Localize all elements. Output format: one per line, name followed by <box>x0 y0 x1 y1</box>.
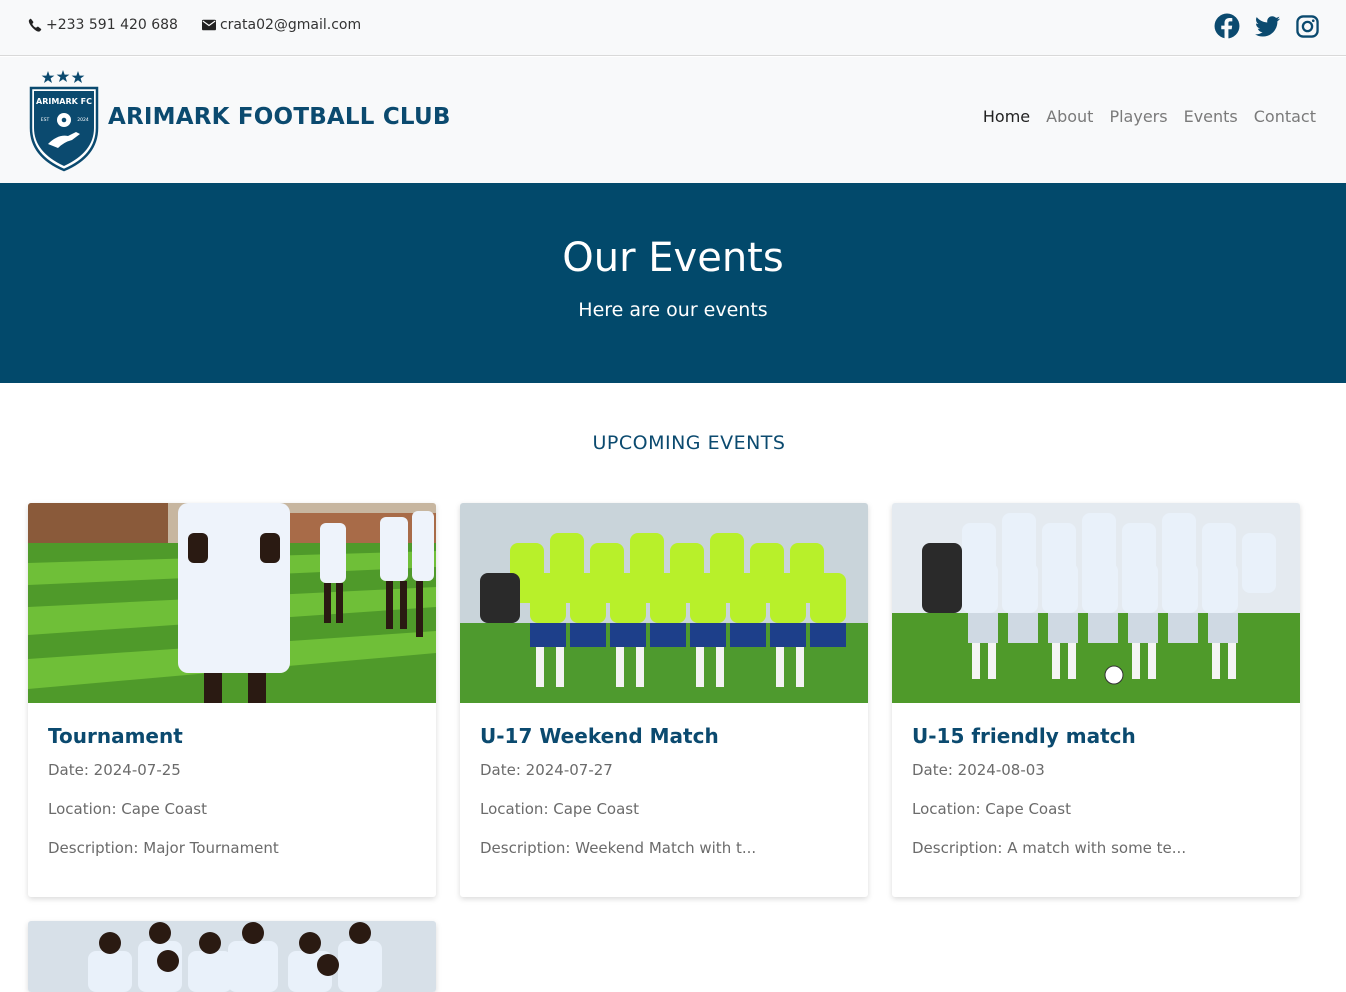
event-card[interactable]: U-17 Weekend Match Date: 2024-07-27 Loca… <box>460 503 868 897</box>
event-date: Date: 2024-07-25 <box>48 761 181 779</box>
event-description: Description: Major Tournament <box>48 839 279 857</box>
facebook-icon[interactable] <box>1214 13 1240 39</box>
nav-players[interactable]: Players <box>1109 107 1167 126</box>
instagram-icon[interactable] <box>1294 13 1320 39</box>
event-description: Description: Weekend Match with t... <box>480 839 757 857</box>
event-photo <box>460 503 868 703</box>
event-card-body: U-17 Weekend Match Date: 2024-07-27 Loca… <box>460 703 868 877</box>
page-title: Our Events <box>562 235 784 281</box>
nav-about[interactable]: About <box>1046 107 1093 126</box>
svg-text:EST: EST <box>41 117 50 123</box>
main-nav: Home About Players Events Contact <box>967 107 1316 126</box>
email-address: crata02@gmail.com <box>219 17 362 33</box>
phone-icon <box>28 18 42 32</box>
envelope-icon <box>201 19 216 31</box>
nav-events[interactable]: Events <box>1184 107 1238 126</box>
section-heading: UPCOMING EVENTS <box>592 432 786 454</box>
event-card-body: U-15 friendly match Date: 2024-08-03 Loc… <box>892 703 1300 877</box>
event-card[interactable]: Tournament Date: 2024-07-25 Location: Ca… <box>28 503 436 897</box>
nav-contact[interactable]: Contact <box>1254 107 1316 126</box>
hero-banner: Our Events Here are our events <box>0 183 1346 383</box>
event-date: Date: 2024-08-03 <box>912 761 1045 779</box>
top-bar: +233 591 420 688 crata02@gmail.com <box>0 0 1346 56</box>
event-location: Location: Cape Coast <box>48 800 207 818</box>
contact-info: +233 591 420 688 crata02@gmail.com <box>28 17 385 33</box>
svg-text:ARIMARK FC: ARIMARK FC <box>36 97 92 106</box>
event-card-body: Tournament Date: 2024-07-25 Location: Ca… <box>28 703 436 877</box>
svg-text:2024: 2024 <box>77 117 89 123</box>
event-description: Description: A match with some te... <box>912 839 1187 857</box>
page-subtitle: Here are our events <box>578 299 768 321</box>
phone-link[interactable]: +233 591 420 688 <box>28 17 178 33</box>
star-icon <box>41 71 55 83</box>
event-photo <box>892 503 1300 703</box>
event-location: Location: Cape Coast <box>912 800 1071 818</box>
site-header: ARIMARK FC EST 2024 ARIMARK FOOTBALL CLU… <box>0 57 1346 183</box>
club-logo[interactable]: ARIMARK FC EST 2024 <box>28 70 100 172</box>
star-icon <box>71 71 85 83</box>
event-photo <box>28 503 436 703</box>
phone-number: +233 591 420 688 <box>46 17 178 33</box>
event-card[interactable]: U-15 friendly match Date: 2024-08-03 Loc… <box>892 503 1300 897</box>
event-title: Tournament <box>48 724 183 748</box>
email-link[interactable]: crata02@gmail.com <box>201 17 362 33</box>
event-date: Date: 2024-07-27 <box>480 761 613 779</box>
event-title: U-15 friendly match <box>912 724 1136 748</box>
event-card[interactable] <box>28 921 436 992</box>
nav-home[interactable]: Home <box>983 107 1030 126</box>
star-icon <box>56 70 70 82</box>
twitter-icon[interactable] <box>1254 13 1280 39</box>
event-title: U-17 Weekend Match <box>480 724 719 748</box>
social-links <box>1200 13 1320 39</box>
event-location: Location: Cape Coast <box>480 800 639 818</box>
event-photo <box>28 921 436 992</box>
brand-name[interactable]: ARIMARK FOOTBALL CLUB <box>108 104 451 130</box>
